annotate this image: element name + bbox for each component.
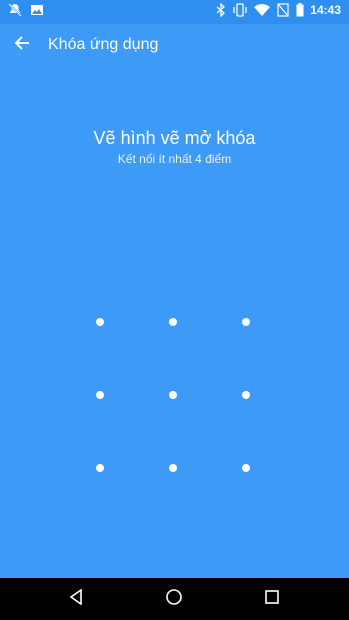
status-time: 14:43 — [310, 3, 341, 17]
battery-icon — [296, 3, 304, 17]
bluetooth-icon — [216, 3, 226, 17]
pattern-dot[interactable] — [96, 391, 104, 399]
wifi-icon — [254, 3, 271, 17]
nav-home-button[interactable] — [164, 588, 184, 611]
pattern-dot[interactable] — [96, 464, 104, 472]
back-triangle-icon — [69, 587, 83, 610]
pattern-dot[interactable] — [169, 464, 177, 472]
pattern-lock-grid[interactable] — [76, 298, 274, 496]
pattern-title: Vẽ hình vẽ mở khóa — [93, 128, 256, 148]
pattern-dot[interactable] — [96, 318, 104, 326]
page-title: Khóa ứng dụng — [48, 36, 159, 53]
back-button[interactable] — [0, 24, 44, 66]
vibrate-icon — [232, 3, 248, 17]
pattern-dot[interactable] — [242, 318, 250, 326]
pattern-hint: Kết nối ít nhất 4 điểm — [117, 152, 232, 166]
status-right-icons: 14:43 — [216, 3, 341, 17]
nav-back-button[interactable] — [66, 587, 86, 610]
image-icon — [30, 3, 44, 17]
navigation-bar — [0, 578, 349, 620]
home-circle-icon — [165, 588, 183, 611]
notification-muted-icon — [8, 3, 22, 17]
status-left-icons — [8, 3, 44, 17]
signal-off-icon — [276, 3, 290, 17]
pattern-dot[interactable] — [242, 391, 250, 399]
arrow-left-icon — [14, 35, 30, 56]
recents-square-icon — [265, 589, 279, 609]
status-bar: 14:43 — [0, 0, 349, 24]
app-bar: Khóa ứng dụng — [0, 24, 349, 66]
pattern-dot[interactable] — [242, 464, 250, 472]
pattern-dot[interactable] — [169, 318, 177, 326]
pattern-dot[interactable] — [169, 391, 177, 399]
nav-recents-button[interactable] — [262, 589, 282, 609]
